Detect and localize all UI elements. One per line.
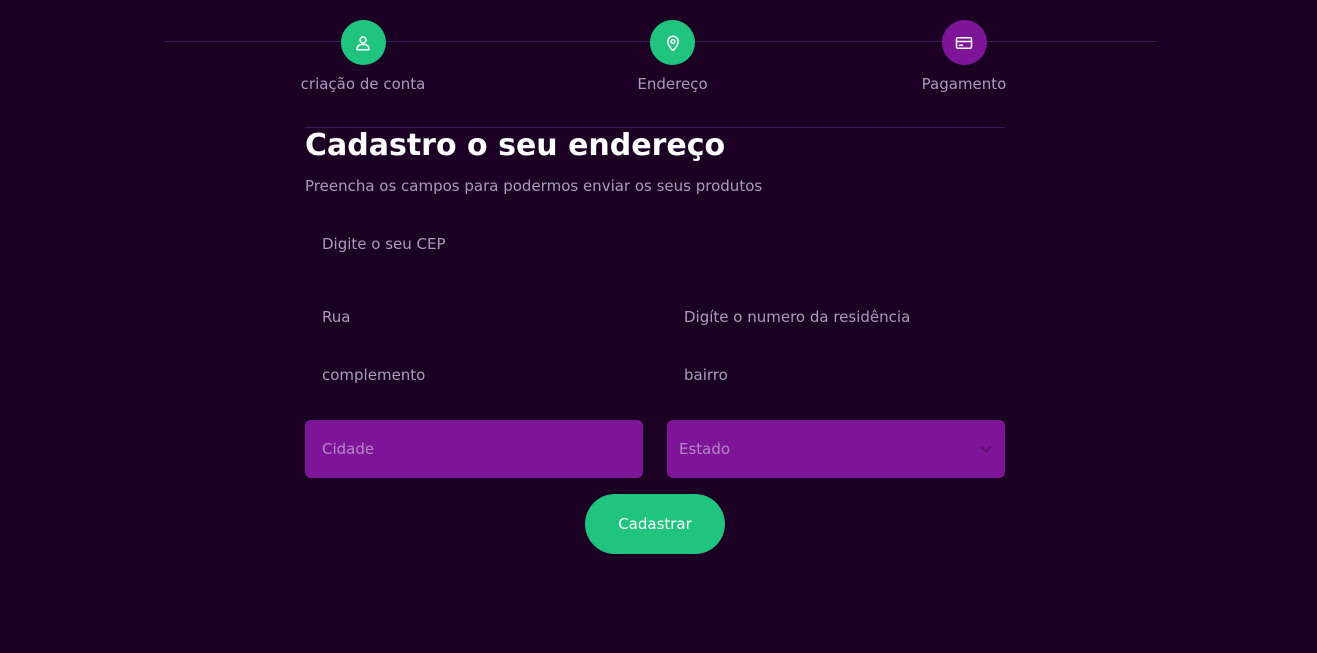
credit-card-icon xyxy=(954,34,974,52)
step-circle-address xyxy=(650,20,695,65)
page-title: Cadastro o seu endereço xyxy=(305,128,726,163)
house-number-input[interactable] xyxy=(667,288,1005,346)
chevron-down-icon xyxy=(979,441,993,460)
complement-input[interactable] xyxy=(305,346,643,404)
city-input[interactable] xyxy=(305,420,643,478)
step-label: Pagamento xyxy=(921,75,1007,93)
step-circle-account xyxy=(340,20,386,65)
address-registration-page: criação de conta Endereço Pagamento Cada… xyxy=(0,0,1317,653)
step-circle-payment xyxy=(941,20,987,65)
state-select-value: Estado xyxy=(679,440,731,458)
page-subtitle: Preencha os campos para podermos enviar … xyxy=(305,177,763,195)
cep-input[interactable] xyxy=(305,215,1005,273)
step-address: Endereço xyxy=(637,20,708,93)
street-input[interactable] xyxy=(305,288,643,346)
neighborhood-input[interactable] xyxy=(667,346,1005,404)
map-pin-icon xyxy=(664,34,682,52)
step-label: criação de conta xyxy=(300,75,426,93)
step-payment: Pagamento xyxy=(921,20,1007,93)
user-icon xyxy=(354,34,372,52)
register-button[interactable]: Cadastrar xyxy=(585,494,725,554)
state-select[interactable]: Estado xyxy=(667,420,1005,478)
step-label: Endereço xyxy=(637,75,708,93)
step-account-creation: criação de conta xyxy=(301,20,425,93)
